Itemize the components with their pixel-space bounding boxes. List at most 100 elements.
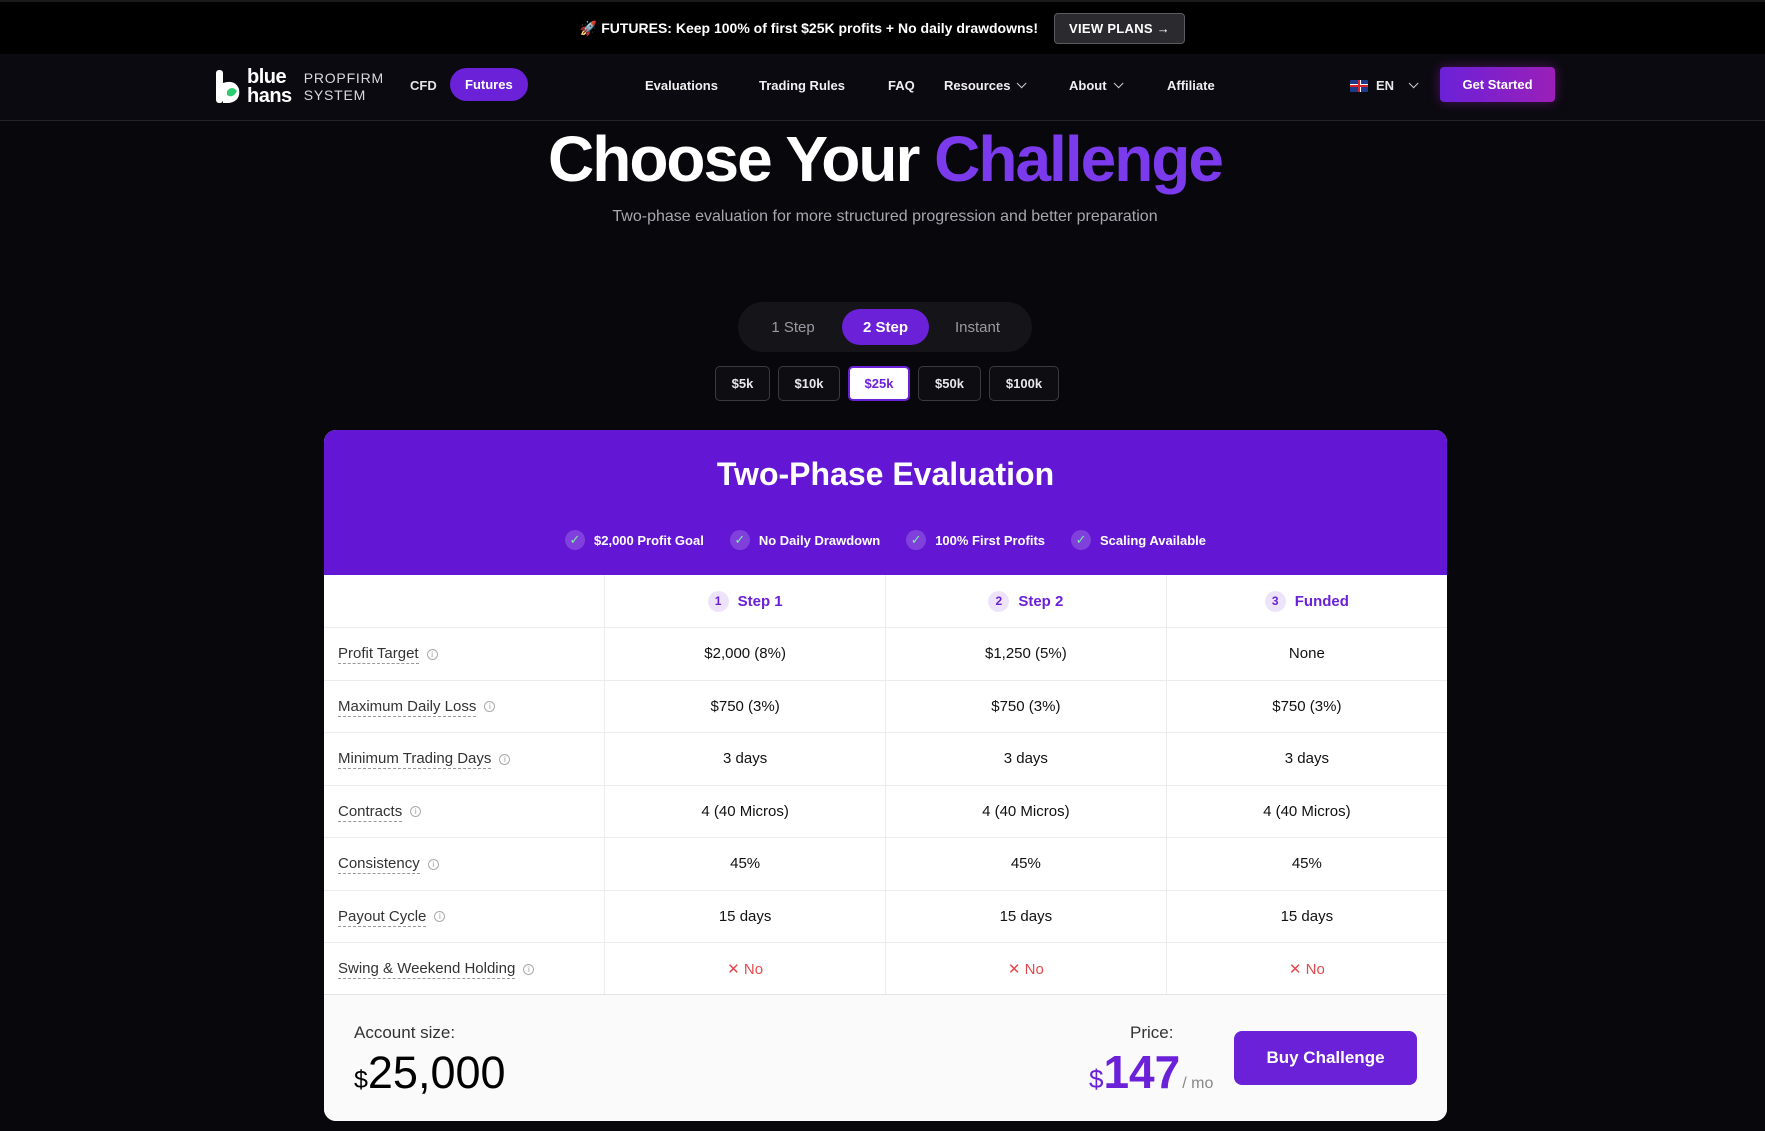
step-option-instant[interactable]: Instant	[929, 309, 1026, 345]
feature-item: ✓ No Daily Drawdown	[729, 530, 881, 550]
get-started-button[interactable]: Get Started	[1440, 67, 1555, 102]
row-label: Swing & Weekend Holding i	[324, 942, 605, 996]
row-value: 3 days	[1165, 732, 1447, 786]
feature-label: $2,000 Profit Goal	[594, 532, 704, 548]
phase-label: Step 1	[737, 592, 783, 610]
row-label-text[interactable]: Profit Target	[338, 645, 419, 665]
step-option-1-step[interactable]: 1 Step	[744, 309, 842, 345]
chevron-down-icon	[1113, 78, 1124, 89]
account-size-label: Account size:	[354, 1023, 456, 1042]
mode-futures[interactable]: Futures	[450, 68, 528, 101]
phase-number: 3	[1264, 590, 1286, 612]
check-icon: ✓	[906, 530, 927, 550]
account-size-amount: 25,000	[367, 1047, 506, 1098]
language-label: EN	[1376, 78, 1395, 93]
language-selector[interactable]: EN	[1350, 78, 1419, 93]
row-label-text[interactable]: Maximum Daily Loss	[338, 697, 477, 717]
row-value: 45%	[604, 837, 886, 891]
info-icon[interactable]: i	[434, 911, 446, 923]
row-label: Maximum Daily Loss i	[324, 680, 605, 733]
phase-number: 1	[707, 590, 729, 612]
row-value: $750 (3%)	[1165, 680, 1447, 733]
step-type-toggle: 1 Step 2 Step Instant	[738, 302, 1032, 352]
chevron-down-icon	[1017, 78, 1028, 89]
row-value: 3 days	[884, 732, 1167, 786]
info-icon[interactable]: i	[426, 648, 438, 660]
step-option-2-step[interactable]: 2 Step	[842, 309, 929, 345]
size-25k-button[interactable]: $25k	[848, 366, 910, 401]
info-icon[interactable]: i	[410, 806, 422, 818]
row-value: 4 (40 Micros)	[604, 785, 886, 838]
page-subtitle: Two-phase evaluation for more structured…	[612, 208, 1158, 225]
nav-affiliate[interactable]: Affiliate	[1167, 78, 1215, 93]
row-value: None	[1165, 627, 1447, 681]
row-label-text[interactable]: Minimum Trading Days	[338, 750, 492, 770]
size-50k-button[interactable]: $50k	[918, 366, 981, 401]
row-label-text[interactable]: Contracts	[338, 802, 403, 822]
info-icon[interactable]: i	[523, 963, 535, 975]
row-value: ✕ No	[884, 942, 1167, 996]
nav-evaluations[interactable]: Evaluations	[645, 78, 759, 93]
info-icon[interactable]: i	[499, 753, 511, 765]
card-header: Two-Phase Evaluation ✓ $2,000 Profit Goal…	[324, 430, 1447, 575]
nav-evaluations-label: Evaluations	[645, 78, 718, 93]
rules-table: 1 Step 1 2 Step 2 3 Funded Profit Target i $…	[324, 575, 1447, 996]
size-10k-button[interactable]: $10k	[778, 366, 840, 401]
logo-sub-line-1: PROPFIRM	[303, 70, 384, 86]
nav-faq-label: FAQ	[888, 78, 915, 93]
price-label: Price:	[1130, 1023, 1174, 1042]
price-value: $147/ mo	[1089, 1045, 1213, 1099]
row-value: $1,250 (5%)	[884, 627, 1167, 681]
nav-trading-rules-label: Trading Rules	[759, 78, 845, 93]
row-label-text[interactable]: Swing & Weekend Holding	[338, 960, 516, 980]
row-value: $750 (3%)	[884, 680, 1167, 733]
row-label: Payout Cycle i	[324, 890, 605, 943]
logo-wordmark: blue hans	[247, 67, 292, 106]
size-100k-button[interactable]: $100k	[989, 366, 1059, 401]
page-title-main: Choose Your	[548, 123, 920, 195]
nav-resources[interactable]: Resources	[944, 78, 1069, 93]
row-value: ✕ No	[1165, 942, 1447, 996]
logo-sub-line-2: SYSTEM	[303, 87, 367, 103]
size-5k-button[interactable]: $5k	[715, 366, 770, 401]
price-period: / mo	[1182, 1075, 1214, 1092]
row-value: 4 (40 Micros)	[1165, 785, 1447, 838]
row-label: Consistency i	[324, 837, 605, 891]
page-title-accent: Challenge	[934, 123, 1224, 195]
buy-challenge-button[interactable]: Buy Challenge	[1234, 1031, 1417, 1085]
nav-trading-rules[interactable]: Trading Rules	[759, 78, 888, 93]
phase-label: Funded	[1294, 592, 1349, 610]
info-icon[interactable]: i	[484, 701, 496, 713]
currency-symbol: $	[354, 1066, 368, 1094]
table-row: Profit Target i $2,000 (8%) $1,250 (5%) N…	[324, 627, 1447, 681]
row-label-text[interactable]: Payout Cycle	[338, 907, 427, 927]
table-row: Contracts i 4 (40 Micros) 4 (40 Micros) 4…	[324, 785, 1447, 838]
check-icon: ✓	[729, 530, 750, 550]
table-row: Consistency i 45% 45% 45%	[324, 837, 1447, 891]
price-amount: 147	[1103, 1046, 1181, 1098]
table-row: Swing & Weekend Holding i ✕ No ✕ No ✕ No	[324, 942, 1447, 996]
row-label: Contracts i	[324, 785, 605, 838]
row-value: $2,000 (8%)	[604, 627, 886, 681]
announcement-bar: 🚀 FUTURES: Keep 100% of first $25K profi…	[0, 0, 1765, 54]
check-icon: ✓	[565, 530, 585, 550]
nav-faq[interactable]: FAQ	[888, 78, 944, 93]
nav-about[interactable]: About	[1069, 78, 1167, 93]
table-row: Payout Cycle i 15 days 15 days 15 days	[324, 890, 1447, 943]
header-empty-cell	[324, 575, 605, 628]
feature-item: ✓ $2,000 Profit Goal	[565, 530, 704, 550]
uk-flag-icon	[1350, 79, 1368, 92]
logo[interactable]: blue hans PROPFIRM SYSTEM	[215, 67, 384, 106]
feature-label: No Daily Drawdown	[758, 532, 881, 548]
row-label-text[interactable]: Consistency	[338, 855, 420, 875]
row-value: 3 days	[604, 732, 886, 786]
feature-item: ✓ 100% First Profits	[906, 530, 1045, 550]
challenge-card: Two-Phase Evaluation ✓ $2,000 Profit Goal…	[324, 430, 1447, 1121]
row-value: 15 days	[1165, 890, 1447, 943]
logo-icon	[215, 69, 243, 105]
mode-cfd[interactable]: CFD	[410, 78, 437, 93]
feature-list: ✓ $2,000 Profit Goal ✓ No Daily Drawdown ✓…	[324, 530, 1447, 550]
info-icon[interactable]: i	[427, 858, 439, 870]
view-plans-button[interactable]: VIEW PLANS →	[1054, 12, 1186, 44]
table-row: Maximum Daily Loss i $750 (3%) $750 (3%) …	[324, 680, 1447, 733]
